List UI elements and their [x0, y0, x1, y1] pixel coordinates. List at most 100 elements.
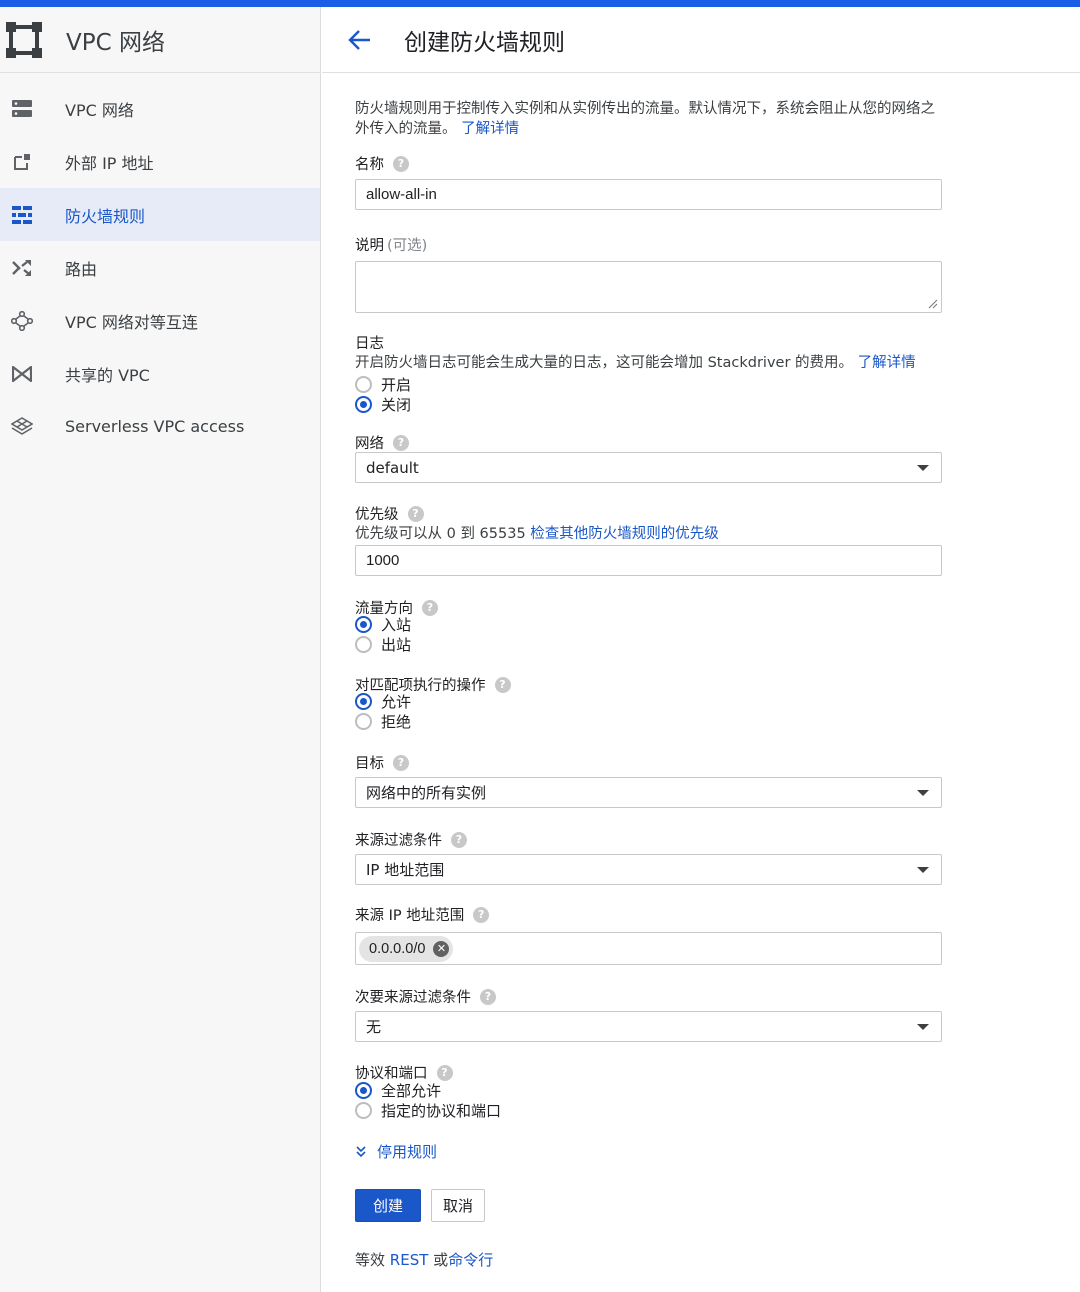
peering-icon [10, 309, 34, 333]
radio-button-selected[interactable] [355, 1081, 372, 1099]
logs-option-off[interactable]: 关闭 [355, 394, 411, 414]
sidebar-nav: VPC 网络 外部 IP 地址 防火墙规则 路由 VPC 网络对等互连 共享的 … [0, 73, 320, 453]
intro-text: 防火墙规则用于控制传入实例和从实例传出的流量。默认情况下，系统会阻止从您的网络之… [355, 99, 945, 139]
source-filter-label-row: 来源过滤条件 ? [355, 829, 467, 850]
help-icon[interactable]: ? [451, 831, 467, 848]
radio-button-selected[interactable] [355, 615, 372, 633]
priority-hint: 优先级可以从 0 到 65535 检查其他防火墙规则的优先级 [355, 522, 719, 543]
radio-label: 开启 [381, 375, 412, 394]
priority-label-row: 优先级 ? [355, 503, 424, 524]
sidebar-item-label: Serverless VPC access [65, 417, 245, 436]
radio-button[interactable] [355, 1101, 372, 1119]
sidebar-item-label: VPC 网络对等互连 [65, 312, 198, 332]
sidebar-item-vpc-peering[interactable]: VPC 网络对等互连 [0, 294, 320, 347]
direction-option-egress[interactable]: 出站 [355, 634, 411, 654]
help-icon[interactable]: ? [393, 434, 409, 451]
help-icon[interactable]: ? [393, 754, 409, 771]
priority-input[interactable]: 1000 [355, 545, 942, 576]
sidebar-item-firewall[interactable]: 防火墙规则 [0, 188, 320, 241]
dropdown-caret-icon [917, 1023, 929, 1030]
protocols-option-specified[interactable]: 指定的协议和端口 [355, 1100, 501, 1120]
description-label: 说明 [355, 238, 384, 254]
radio-button[interactable] [355, 375, 372, 393]
action-option-allow[interactable]: 允许 [355, 691, 411, 711]
targets-label: 目标 [355, 756, 384, 772]
command-line-link[interactable]: 命令行 [448, 1251, 493, 1269]
disable-rule-toggle[interactable]: 停用规则 [355, 1141, 437, 1162]
learn-more-link[interactable]: 了解详情 [461, 121, 519, 137]
source-filter-label: 来源过滤条件 [355, 833, 442, 849]
help-icon[interactable]: ? [494, 676, 511, 693]
action-option-deny[interactable]: 拒绝 [355, 711, 411, 731]
radio-button-selected[interactable] [355, 395, 372, 413]
dropdown-caret-icon [917, 789, 929, 796]
radio-label: 全部允许 [381, 1081, 442, 1100]
description-label-row: 说明 (可选) [355, 234, 427, 255]
source-ranges-label: 来源 IP 地址范围 [355, 908, 465, 924]
rest-link[interactable]: REST [390, 1251, 429, 1269]
radio-button[interactable] [355, 712, 372, 730]
source-ranges-input[interactable]: 0.0.0.0/0 ✕ [355, 932, 942, 965]
double-chevron-down-icon [356, 1145, 366, 1157]
intro-description: 防火墙规则用于控制传入实例和从实例传出的流量。默认情况下，系统会阻止从您的网络之… [355, 101, 935, 137]
targets-value: 网络中的所有实例 [366, 784, 487, 802]
network-label: 网络 [355, 436, 384, 452]
logs-learn-more-link[interactable]: 了解详情 [858, 355, 916, 371]
radio-button-selected[interactable] [355, 692, 372, 710]
sidebar-item-label: 防火墙规则 [65, 206, 146, 226]
description-textarea[interactable] [355, 261, 942, 313]
sidebar-item-vpc-networks[interactable]: VPC 网络 [0, 82, 320, 135]
create-button[interactable]: 创建 [355, 1189, 421, 1222]
logs-label: 日志 [355, 336, 384, 352]
vpc-network-icon [10, 97, 34, 121]
equivalent-row: 等效 REST 或命令行 [355, 1249, 493, 1270]
logs-option-on[interactable]: 开启 [355, 374, 411, 394]
name-input[interactable]: allow-all-in [355, 179, 942, 210]
check-priority-link[interactable]: 检查其他防火墙规则的优先级 [530, 526, 719, 542]
back-arrow-icon[interactable] [346, 26, 374, 54]
sidebar-item-label: 路由 [65, 259, 98, 279]
ip-range-chip: 0.0.0.0/0 ✕ [359, 935, 454, 962]
logs-description: 开启防火墙日志可能会生成大量的日志，这可能会增加 Stackdriver 的费用… [355, 351, 916, 372]
second-filter-label-row: 次要来源过滤条件 ? [355, 986, 496, 1007]
second-filter-value: 无 [366, 1018, 382, 1036]
targets-select[interactable]: 网络中的所有实例 [355, 777, 942, 808]
remove-chip-icon[interactable]: ✕ [433, 940, 450, 957]
resize-handle-icon[interactable] [928, 299, 938, 309]
second-filter-select[interactable]: 无 [355, 1011, 942, 1042]
targets-label-row: 目标 ? [355, 752, 409, 773]
direction-option-ingress[interactable]: 入站 [355, 614, 411, 634]
external-ip-icon [10, 150, 34, 174]
radio-button[interactable] [355, 635, 372, 653]
network-label-row: 网络 ? [355, 432, 409, 453]
network-select[interactable]: default [355, 452, 942, 483]
priority-hint-text: 优先级可以从 0 到 65535 [355, 526, 526, 542]
cancel-button[interactable]: 取消 [431, 1189, 485, 1222]
help-icon[interactable]: ? [436, 1064, 453, 1081]
radio-label: 允许 [381, 692, 412, 711]
radio-label: 入站 [381, 615, 412, 634]
help-icon[interactable]: ? [422, 599, 438, 616]
equivalent-or: 或 [433, 1251, 449, 1269]
serverless-icon [10, 415, 34, 439]
logs-text: 开启防火墙日志可能会生成大量的日志，这可能会增加 Stackdriver 的费用… [355, 355, 854, 371]
help-icon[interactable]: ? [473, 906, 490, 923]
page-title: 创建防火墙规则 [404, 29, 565, 56]
sidebar-item-routes[interactable]: 路由 [0, 241, 320, 294]
radio-label: 出站 [381, 635, 412, 654]
dropdown-caret-icon [917, 464, 929, 471]
sidebar-item-external-ip[interactable]: 外部 IP 地址 [0, 135, 320, 188]
help-icon[interactable]: ? [480, 988, 496, 1005]
routes-icon [10, 256, 34, 280]
priority-label: 优先级 [355, 507, 399, 523]
sidebar-item-shared-vpc[interactable]: 共享的 VPC [0, 347, 320, 400]
protocols-option-all[interactable]: 全部允许 [355, 1080, 441, 1100]
source-ranges-label-row: 来源 IP 地址范围 ? [355, 904, 490, 925]
firewall-icon [10, 203, 34, 227]
second-filter-label: 次要来源过滤条件 [355, 990, 471, 1006]
help-icon[interactable]: ? [407, 505, 424, 522]
source-filter-select[interactable]: IP 地址范围 [355, 854, 942, 885]
radio-label: 指定的协议和端口 [381, 1101, 502, 1120]
sidebar-item-serverless-vpc[interactable]: Serverless VPC access [0, 400, 320, 453]
help-icon[interactable]: ? [393, 155, 409, 172]
